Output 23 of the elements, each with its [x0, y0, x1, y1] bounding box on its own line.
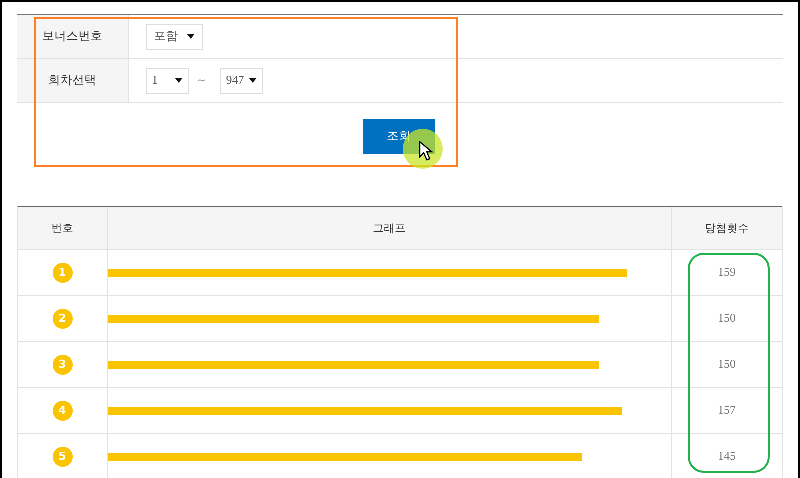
count-text: 150	[718, 357, 736, 372]
number-ball: 5	[52, 446, 72, 466]
count-text: 145	[718, 449, 736, 464]
number-ball: 1	[52, 262, 72, 282]
round-from-select[interactable]: 1	[146, 68, 189, 94]
number-ball: 2	[52, 308, 72, 328]
filter-label: 회차선택	[17, 59, 129, 102]
count-text: 157	[718, 403, 736, 418]
round-to-select[interactable]: 947	[220, 68, 264, 94]
filter-label: 보너스번호	[17, 15, 129, 58]
column-header: 당첨횟수	[671, 207, 782, 249]
caret-icon	[187, 34, 195, 39]
caret-icon	[249, 78, 258, 83]
cursor-icon	[419, 141, 433, 161]
column-header: 번호	[50, 220, 74, 236]
number-ball: 3	[52, 354, 72, 374]
range-separator: ~	[197, 74, 206, 87]
count-text: 159	[718, 265, 736, 280]
column-header: 그래프	[107, 207, 671, 249]
count-text: 150	[718, 311, 736, 326]
bonus-select[interactable]: 포함	[146, 24, 203, 50]
caret-icon	[175, 78, 183, 83]
number-ball: 4	[52, 400, 72, 420]
